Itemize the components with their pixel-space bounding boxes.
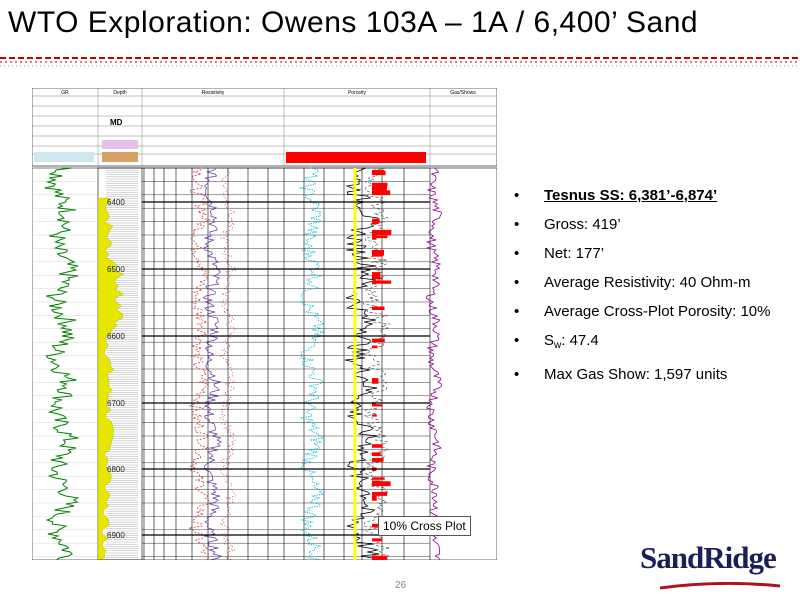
bullet-icon: • <box>514 216 520 233</box>
bullet-icon: • <box>514 366 520 383</box>
porosity-text: Average Cross-Plot Porosity: 10% <box>544 303 771 320</box>
sw-text: Sw: 47.4 <box>544 332 599 351</box>
gas-text: Max Gas Show: 1,597 units <box>544 366 728 383</box>
net-text: Net: 177’ <box>544 245 605 262</box>
sandridge-logo: SandRidge <box>640 540 777 575</box>
header-column-label: Resistivity <box>202 90 225 96</box>
title-divider <box>0 57 800 67</box>
header-column-label: GR <box>61 90 69 96</box>
well-log-chart: GR Depth Resistivity Porosity Gas/Shows MD 6… <box>31 87 498 561</box>
header-column-label: Gas/Shows <box>450 90 476 96</box>
md-label: MD <box>110 118 123 127</box>
logo-swoosh-icon <box>660 582 780 590</box>
bullet-formation: • Tesnus SS: 6,381’-6,874’ <box>510 186 795 206</box>
bullet-icon: • <box>514 245 520 262</box>
page-number: 26 <box>395 580 407 591</box>
depth-label: 6800 <box>107 465 125 474</box>
bullet-gas: • Max Gas Show: 1,597 units <box>510 365 795 385</box>
bullet-icon: • <box>514 303 520 320</box>
header-column-label: Porosity <box>348 90 367 96</box>
cross-plot-callout: 10% Cross Plot <box>378 516 471 536</box>
resistivity-text: Average Resistivity: 40 Ohm-m <box>544 274 751 291</box>
depth-label: 6400 <box>107 198 125 207</box>
depth-label: 6500 <box>107 265 125 274</box>
bullet-net: • Net: 177’ <box>510 244 795 264</box>
bullet-icon: • <box>514 187 520 204</box>
bullet-gross: • Gross: 419’ <box>510 215 795 235</box>
slide-title: WTO Exploration: Owens 103A – 1A / 6,400… <box>8 6 699 39</box>
depth-label: 6900 <box>107 531 125 540</box>
bullet-icon: • <box>514 332 520 349</box>
bullet-porosity: • Average Cross-Plot Porosity: 10% <box>510 302 795 322</box>
well-log-image: GR Depth Resistivity Porosity Gas/Shows MD 6… <box>31 87 498 561</box>
depth-label: 6700 <box>107 399 125 408</box>
bullet-resistivity: • Average Resistivity: 40 Ohm-m <box>510 273 795 293</box>
bullet-sw: • Sw: 47.4 <box>510 331 795 356</box>
bullet-icon: • <box>514 274 520 291</box>
header-column-label: Depth <box>113 90 127 96</box>
gross-text: Gross: 419’ <box>544 216 621 233</box>
summary-bullets: • Tesnus SS: 6,381’-6,874’ • Gross: 419’… <box>510 186 795 394</box>
depth-label: 6600 <box>107 332 125 341</box>
formation-heading: Tesnus SS: 6,381’-6,874’ <box>544 187 718 204</box>
